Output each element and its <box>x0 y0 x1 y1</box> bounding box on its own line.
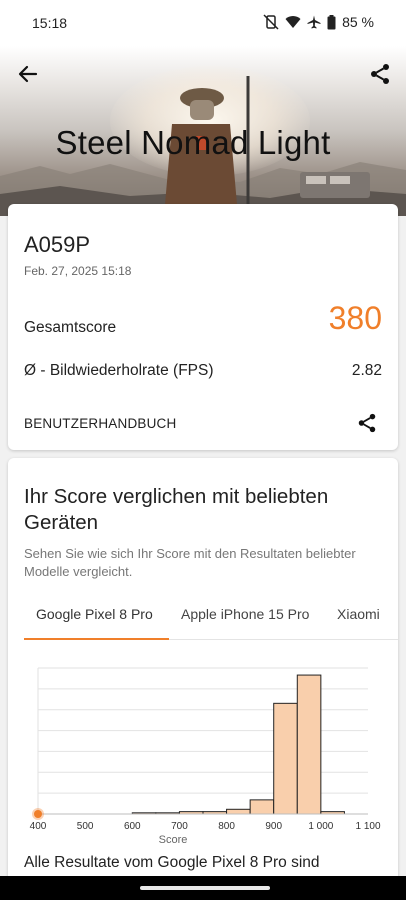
navigation-bar <box>0 876 406 900</box>
status-time: 15:18 <box>32 15 68 31</box>
fps-value: 2.82 <box>351 362 382 379</box>
tab-google-pixel-8-pro[interactable]: Google Pixel 8 Pro <box>36 606 153 622</box>
share-button[interactable] <box>368 62 392 86</box>
x-tick-label: 1 000 <box>308 821 333 832</box>
airplane-icon <box>307 15 321 29</box>
back-button[interactable] <box>16 62 40 86</box>
tab-xiaomi[interactable]: Xiaomi <box>337 606 380 622</box>
x-tick-label: 700 <box>171 821 188 832</box>
user-manual-link[interactable]: BENUTZERHANDBUCH <box>24 416 176 431</box>
vibrate-off-icon <box>263 14 279 30</box>
device-tabs-strip: Google Pixel 8 Pro Apple iPhone 15 Pro X… <box>24 606 398 640</box>
battery-level: 85 % <box>342 14 374 30</box>
device-name: A059P <box>24 232 91 257</box>
tab-apple-iphone-15-pro[interactable]: Apple iPhone 15 Pro <box>181 606 309 622</box>
share-icon <box>371 64 389 84</box>
battery-icon <box>327 14 336 29</box>
result-share-button[interactable] <box>356 412 378 434</box>
comparison-title: Ihr Score verglichen mit beliebten Gerät… <box>24 485 329 534</box>
histogram-bar <box>296 674 322 815</box>
x-tick-label: 400 <box>30 821 47 832</box>
histogram-bar <box>226 808 251 815</box>
x-tick-label: 900 <box>265 821 282 832</box>
status-bar: 15:18 85 % <box>0 0 406 46</box>
x-tick-label: 1 100 <box>355 821 380 832</box>
x-tick-label: 500 <box>77 821 94 832</box>
page-title: Steel Nomad Light <box>55 124 331 161</box>
your-score-marker <box>34 810 42 818</box>
fps-label: Ø - Bildwiederholrate (FPS) <box>24 362 214 379</box>
x-tick-label: 600 <box>124 821 141 832</box>
wifi-icon <box>285 16 301 28</box>
score-value: 380 <box>328 300 382 336</box>
score-histogram-chart: 400 500 600 700 800 900 1 000 1 100 Score <box>30 667 381 846</box>
comparison-subtitle: Sehen Sie wie sich Ihr Score mit den Res… <box>24 546 356 579</box>
x-axis-label: Score <box>159 834 188 846</box>
result-date: Feb. 27, 2025 15:18 <box>24 264 132 278</box>
comparison-card: Ihr Score verglichen mit beliebten Gerät… <box>8 458 398 900</box>
histogram-bar <box>273 702 298 815</box>
active-tab-indicator <box>24 638 169 640</box>
arrow-left-icon <box>18 65 38 83</box>
status-icons: 85 % <box>263 14 374 30</box>
x-tick-label: 800 <box>218 821 235 832</box>
histogram-bar <box>249 799 275 815</box>
home-gesture-handle[interactable] <box>140 886 270 890</box>
result-card: A059P Feb. 27, 2025 15:18 Gesamtscore 38… <box>8 204 398 450</box>
share-icon <box>358 413 376 433</box>
score-label: Gesamtscore <box>24 319 117 336</box>
comparison-footer-text: Alle Resultate vom Google Pixel 8 Pro si… <box>24 854 320 871</box>
device-tabs: Google Pixel 8 Pro Apple iPhone 15 Pro X… <box>24 606 398 640</box>
